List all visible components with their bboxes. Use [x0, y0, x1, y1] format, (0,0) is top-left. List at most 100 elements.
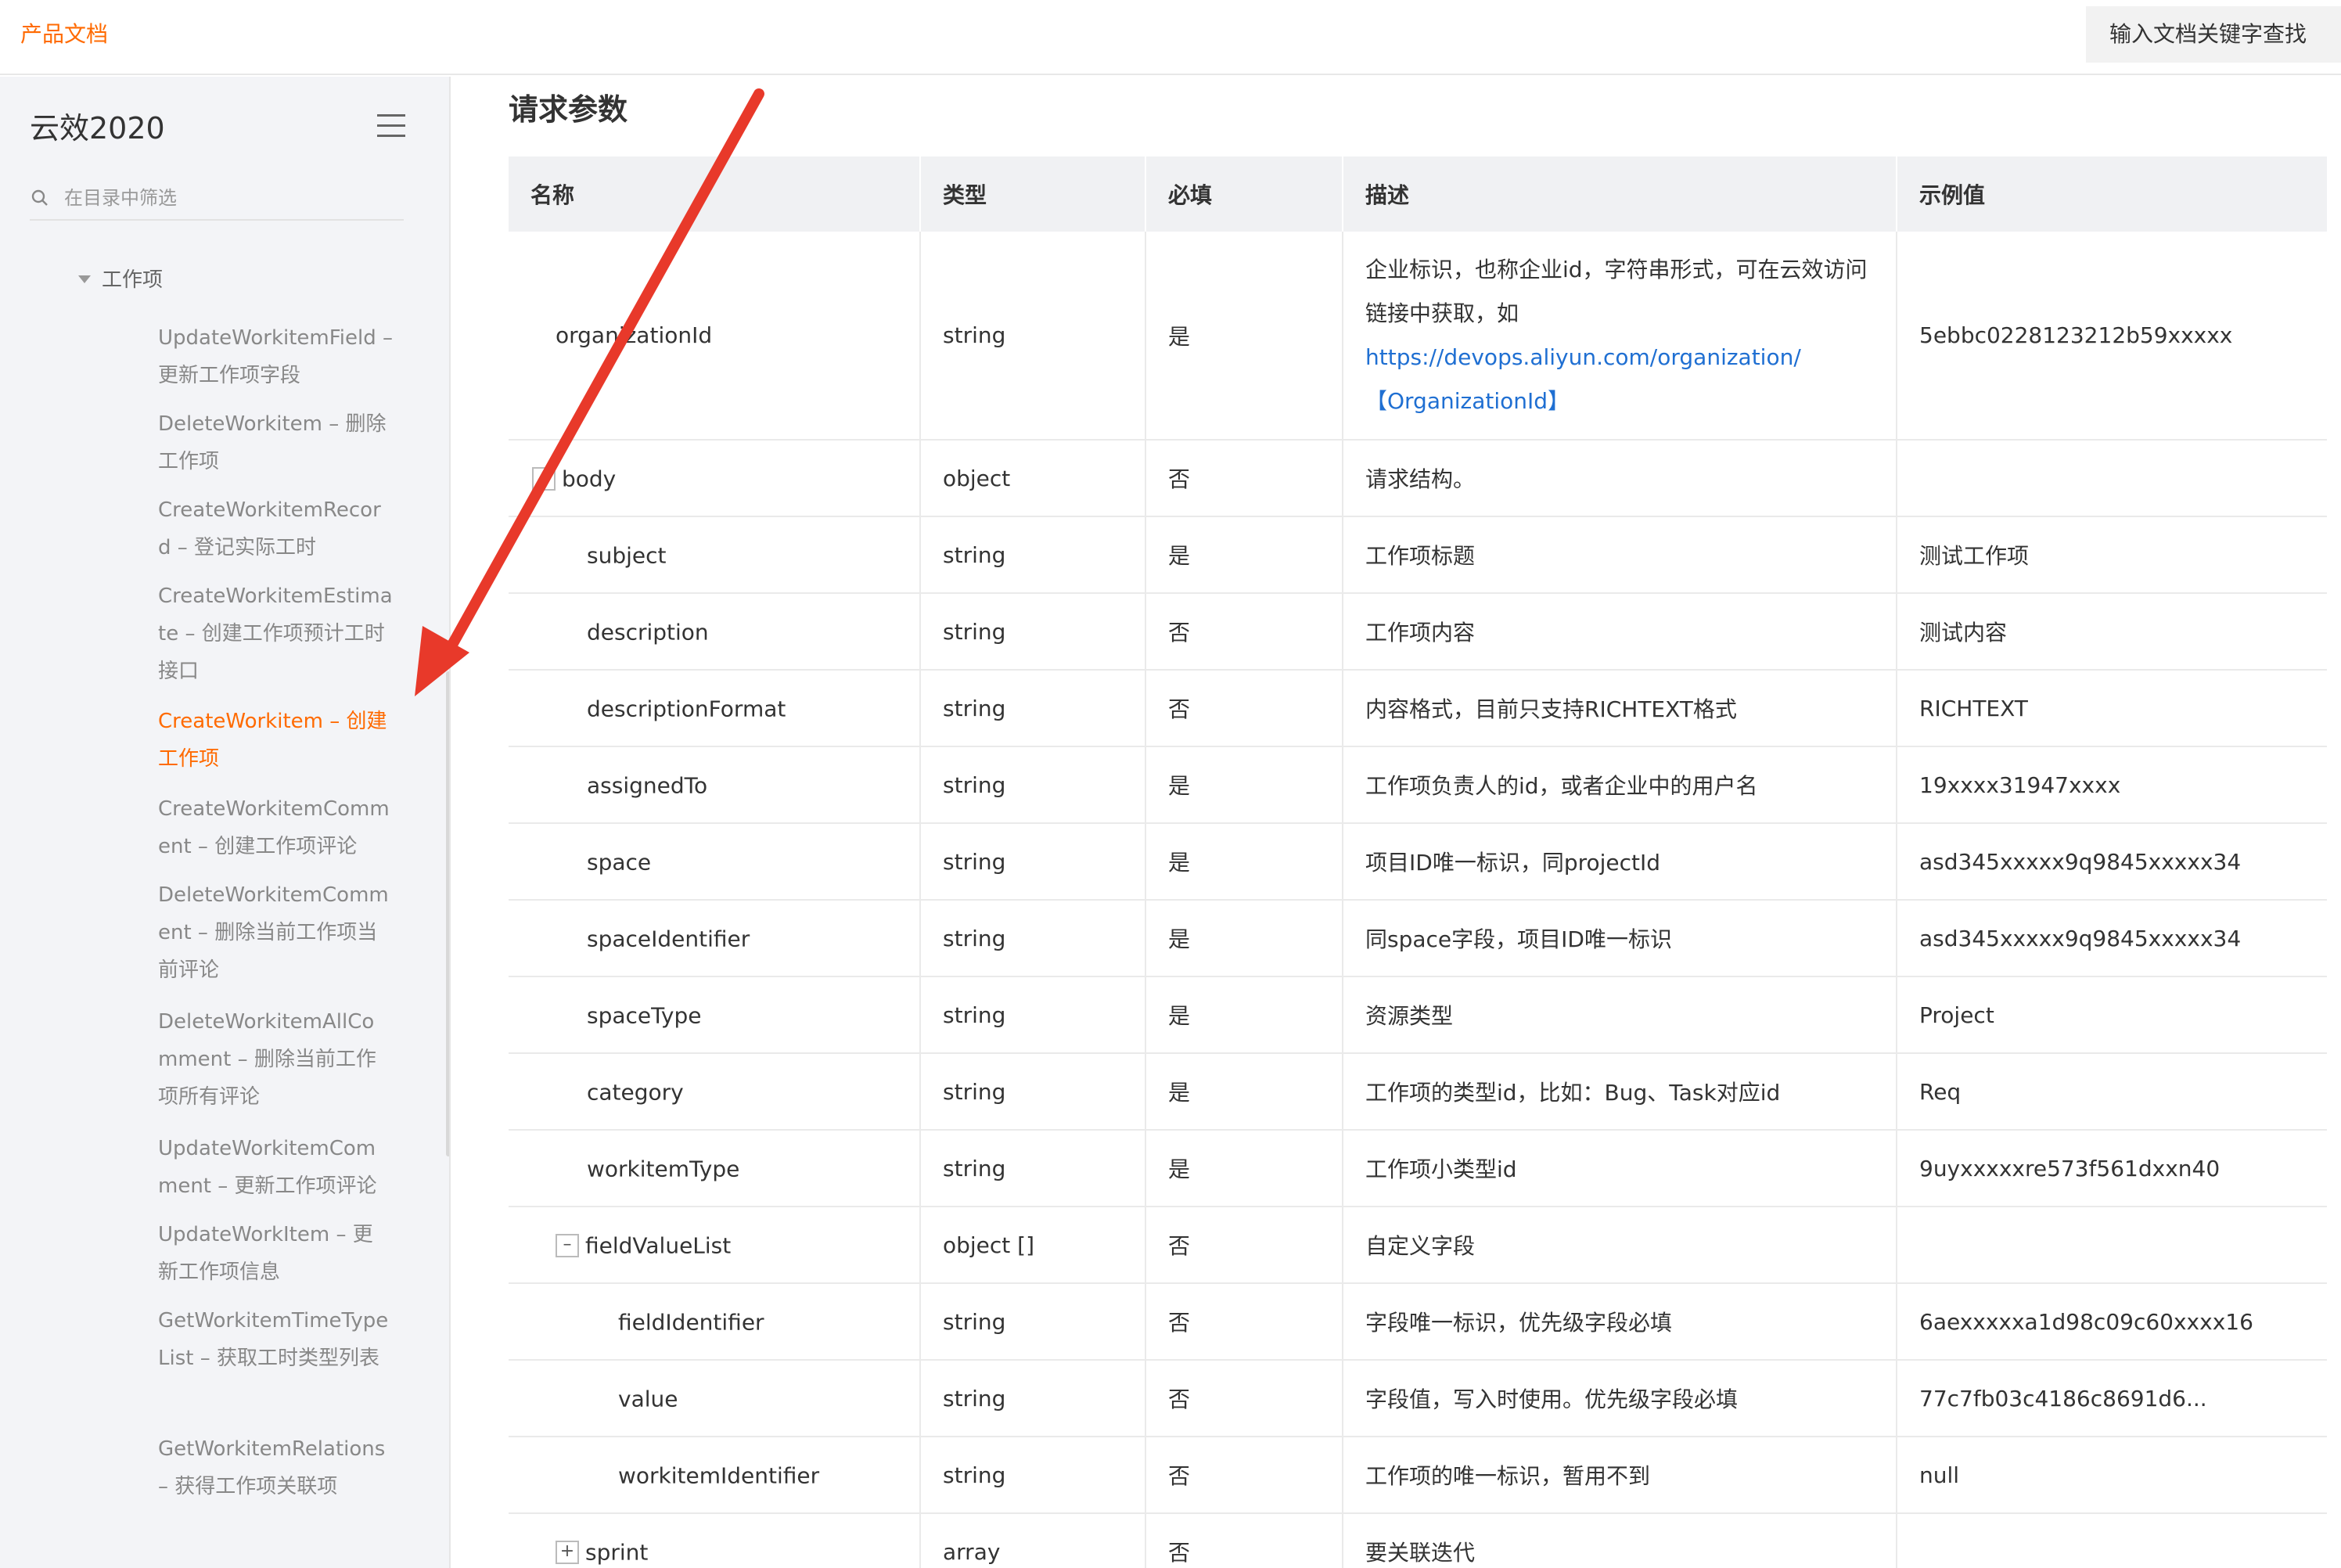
- sidebar-item[interactable]: CreateWorkitemRecord – 登记实际工时: [158, 491, 393, 566]
- col-desc: 描述: [1343, 156, 1897, 232]
- sidebar-item[interactable]: UpdateWorkitemComment – 更新工作项评论: [158, 1130, 393, 1205]
- param-type: string: [920, 1360, 1146, 1437]
- table-row: description string 否工作项内容 测试内容: [509, 593, 2327, 671]
- param-desc-text: 企业标识，也称企业id，字符串形式，可在云效访问链接中获取，如: [1365, 256, 1868, 326]
- catalog-filter-input[interactable]: [64, 180, 393, 216]
- param-name: – fieldValueList: [509, 1207, 921, 1284]
- param-type: string: [920, 1437, 1146, 1514]
- table-row: category string 是工作项的类型id，比如：Bug、Task对应id R…: [509, 1053, 2327, 1131]
- param-required: 否: [1145, 1360, 1343, 1437]
- table-row: spaceIdentifier string 是同space字段，项目ID唯一标识 a…: [509, 900, 2327, 977]
- param-type: array: [920, 1513, 1146, 1568]
- sidebar-item[interactable]: DeleteWorkitemComment – 删除当前工作项当前评论: [158, 876, 393, 989]
- param-name: value: [509, 1360, 921, 1437]
- param-required: 是: [1145, 1053, 1343, 1131]
- sidebar-item[interactable]: GetWorkitemRelations – 获得工作项关联项: [158, 1430, 393, 1505]
- param-type: string: [920, 900, 1146, 977]
- param-required: 否: [1145, 1283, 1343, 1361]
- param-required: 是: [1145, 976, 1343, 1054]
- collapse-icon[interactable]: –: [532, 466, 556, 491]
- sidebar-item-active[interactable]: CreateWorkitem – 创建工作项: [158, 703, 393, 778]
- param-name-label: body: [562, 466, 617, 492]
- doc-search-input[interactable]: 输入文档关键字查找: [2086, 6, 2341, 63]
- param-name: assignedTo: [509, 746, 921, 824]
- param-example: 测试工作项: [1897, 516, 2327, 594]
- param-name: subject: [509, 516, 921, 594]
- param-required: 否: [1145, 1437, 1343, 1514]
- param-name-label: sprint: [585, 1539, 649, 1566]
- tree-parent-label: 工作项: [102, 268, 164, 292]
- param-desc: 项目ID唯一标识，同projectId: [1343, 823, 1897, 901]
- table-row: spaceType string 是资源类型 Project: [509, 976, 2327, 1054]
- param-desc: 自定义字段: [1343, 1207, 1897, 1284]
- param-name-label: fieldValueList: [585, 1232, 732, 1259]
- sidebar-item[interactable]: GetWorkitemTimeTypeList – 获取工时类型列表: [158, 1302, 393, 1377]
- param-example: RICHTEXT: [1897, 670, 2327, 747]
- param-name: space: [509, 823, 921, 901]
- table-row: fieldIdentifier string 否字段唯一标识，优先级字段必填 6aex…: [509, 1283, 2327, 1361]
- param-required: 是: [1145, 516, 1343, 594]
- tree-parent-workitem[interactable]: 工作项: [78, 264, 164, 296]
- table-row: workitemType string 是工作项小类型id 9uyxxxxxre573…: [509, 1130, 2327, 1207]
- param-example: [1897, 1513, 2327, 1568]
- table-row: subject string 是工作项标题 测试工作项: [509, 516, 2327, 594]
- param-required: 否: [1145, 1207, 1343, 1284]
- param-type: string: [920, 1053, 1146, 1131]
- param-name: workitemIdentifier: [509, 1437, 921, 1514]
- param-name: + sprint: [509, 1513, 921, 1568]
- sidebar-item[interactable]: CreateWorkitemEstimate – 创建工作项预计工时接口: [158, 577, 393, 690]
- col-example: 示例值: [1897, 156, 2327, 232]
- param-desc: 工作项负责人的id，或者企业中的用户名: [1343, 746, 1897, 824]
- table-row: value string 否字段值，写入时使用。优先级字段必填 77c7fb03c41…: [509, 1360, 2327, 1437]
- sidebar-scrollbar[interactable]: [446, 671, 449, 1156]
- param-name-label: workitemType: [587, 1156, 740, 1182]
- param-type: string: [920, 1130, 1146, 1207]
- param-name-label: category: [587, 1079, 684, 1106]
- param-name-label: fieldIdentifier: [618, 1309, 764, 1336]
- param-name: category: [509, 1053, 921, 1131]
- param-type: string: [920, 516, 1146, 594]
- param-type: string: [920, 670, 1146, 747]
- param-name-label: subject: [587, 542, 667, 569]
- param-name: spaceIdentifier: [509, 900, 921, 977]
- param-desc: 要关联迭代: [1343, 1513, 1897, 1568]
- param-name-label: descriptionFormat: [587, 696, 786, 722]
- param-name: description: [509, 593, 921, 671]
- main-content: 请求参数 名称 类型 必填 描述 示例值 organizationId stri…: [452, 77, 2341, 1568]
- sidebar-item[interactable]: CreateWorkitemComment – 创建工作项评论: [158, 790, 393, 865]
- param-desc: 企业标识，也称企业id，字符串形式，可在云效访问链接中获取，如 https://…: [1343, 232, 1897, 441]
- sidebar-item[interactable]: DeleteWorkitemAllComment – 删除当前工作项所有评论: [158, 1003, 393, 1116]
- param-name: spaceType: [509, 976, 921, 1054]
- param-example: 19xxxx31947xxxx: [1897, 746, 2327, 824]
- param-required: 是: [1145, 232, 1343, 441]
- table-row: assignedTo string 是工作项负责人的id，或者企业中的用户名 19xx…: [509, 746, 2327, 824]
- org-url-link[interactable]: https://devops.aliyun.com/organization/【…: [1365, 344, 1801, 414]
- caret-down-icon[interactable]: [78, 275, 91, 283]
- section-title: 请求参数: [509, 92, 628, 127]
- col-name: 名称: [509, 156, 921, 232]
- table-row: workitemIdentifier string 否工作项的唯一标识，暂用不到 nu…: [509, 1437, 2327, 1514]
- table-row: + sprint array 否要关联迭代: [509, 1513, 2327, 1568]
- sidebar-item[interactable]: UpdateWorkitemField – 更新工作项字段: [158, 319, 393, 394]
- param-name: organizationId: [509, 232, 921, 441]
- param-name-label: assignedTo: [587, 772, 708, 799]
- sidebar-item[interactable]: UpdateWorkItem – 更新工作项信息: [158, 1216, 393, 1291]
- param-type: string: [920, 593, 1146, 671]
- collapse-icon[interactable]: –: [556, 1233, 579, 1257]
- param-required: 是: [1145, 823, 1343, 901]
- param-name-label: spaceIdentifier: [587, 926, 750, 952]
- menu-icon[interactable]: [377, 114, 405, 138]
- expand-icon[interactable]: +: [556, 1540, 579, 1564]
- col-type: 类型: [920, 156, 1146, 232]
- param-desc: 同space字段，项目ID唯一标识: [1343, 900, 1897, 977]
- param-example: 测试内容: [1897, 593, 2327, 671]
- param-desc: 字段值，写入时使用。优先级字段必填: [1343, 1360, 1897, 1437]
- brand-link[interactable]: 产品文档: [20, 19, 108, 50]
- param-desc: 工作项的唯一标识，暂用不到: [1343, 1437, 1897, 1514]
- param-example: 77c7fb03c4186c8691d6...: [1897, 1360, 2327, 1437]
- params-table: 名称 类型 必填 描述 示例值 organizationId string 是 …: [509, 156, 2327, 1568]
- param-name: – body: [509, 440, 921, 517]
- param-type: object []: [920, 1207, 1146, 1284]
- sidebar-item[interactable]: DeleteWorkitem – 删除工作项: [158, 405, 393, 480]
- param-example: 9uyxxxxxre573f561dxxn40: [1897, 1130, 2327, 1207]
